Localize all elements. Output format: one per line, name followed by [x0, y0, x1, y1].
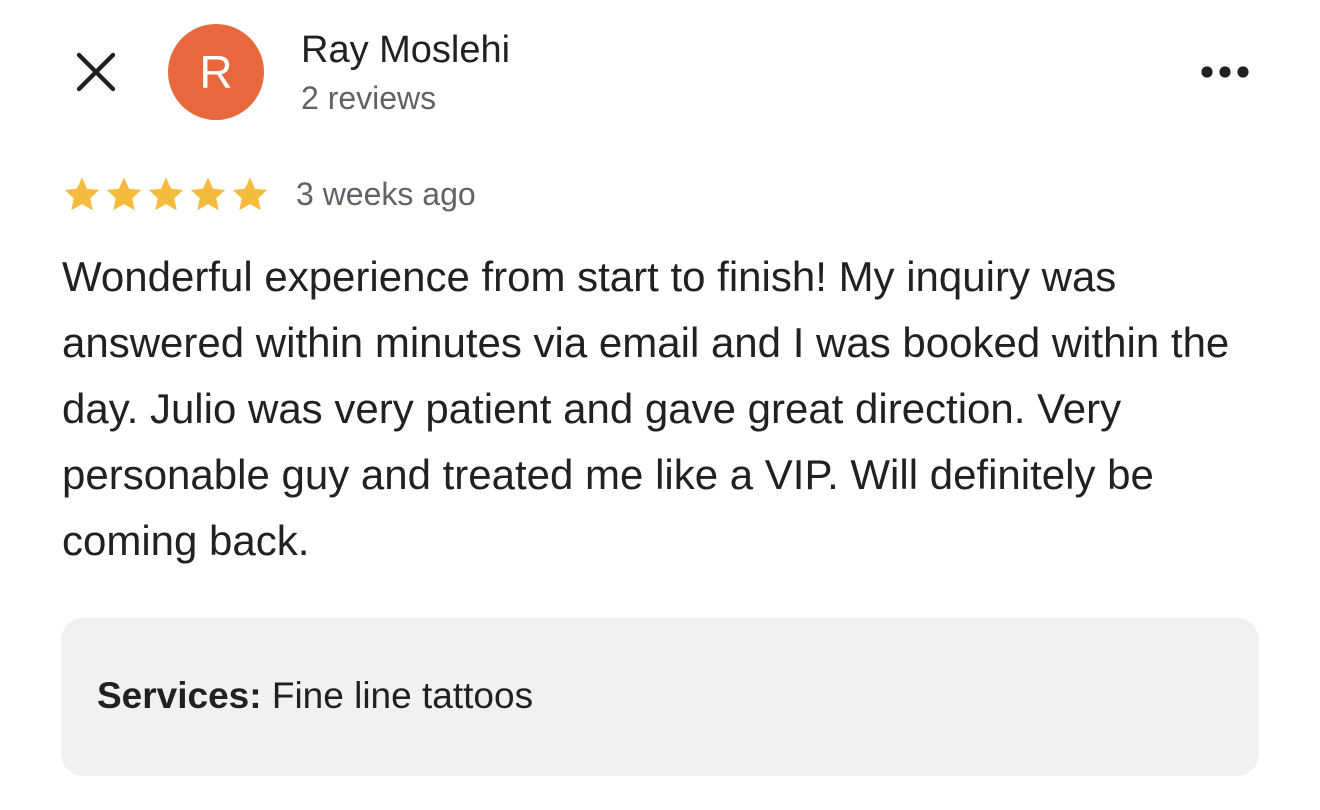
avatar[interactable]: R: [168, 24, 264, 120]
review-count: 2 reviews: [301, 80, 437, 116]
rating-row: 3 weeks ago: [62, 172, 476, 216]
review-time: 3 weeks ago: [296, 176, 476, 212]
avatar-initial: R: [199, 46, 233, 98]
close-button[interactable]: [66, 46, 126, 98]
star-icon: [148, 177, 184, 211]
services-line: Services: Fine line tattoos: [97, 674, 533, 718]
star-icon: [232, 177, 268, 211]
star-icon: [190, 177, 226, 211]
services-box: Services: Fine line tattoos: [61, 618, 1259, 776]
close-icon: [76, 52, 116, 92]
star-icon: [106, 177, 142, 211]
review-text: Wonderful experience from start to finis…: [62, 253, 1230, 564]
star-rating: [62, 175, 272, 213]
services-value: Fine line tattoos: [271, 675, 534, 716]
more-horizontal-icon: [1201, 66, 1249, 78]
more-options-button[interactable]: [1192, 50, 1258, 94]
star-icon: [64, 177, 100, 211]
services-label: Services:: [97, 675, 262, 716]
reviewer-name[interactable]: Ray Moslehi: [301, 28, 510, 72]
